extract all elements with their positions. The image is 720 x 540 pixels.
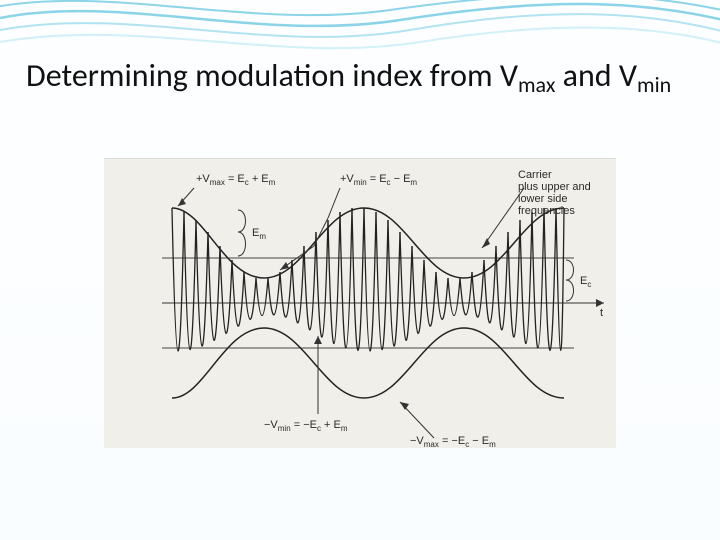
carrier-oscillations <box>172 208 564 351</box>
label-pos-vmax: +Vmax = Ec + Em <box>196 173 276 187</box>
am-waveform-figure: t <box>104 158 616 448</box>
title-part2: and V <box>555 56 637 95</box>
label-em: Em <box>252 227 266 241</box>
title-sub1: max <box>518 71 555 98</box>
am-waveform-svg: t <box>104 158 616 448</box>
title-part1: Determining modulation index from V <box>26 56 518 95</box>
label-neg-vmax: −Vmax = −Ec − Em <box>410 435 496 448</box>
label-carrier-description: Carrier plus upper and lower side freque… <box>518 169 594 217</box>
slide-title: Determining modulation index from Vmax a… <box>26 58 690 95</box>
label-ec: Ec <box>580 275 591 289</box>
label-pos-vmin: +Vmin = Ec − Em <box>340 173 417 187</box>
title-sub2: min <box>637 71 671 98</box>
axis-label-t: t <box>600 307 603 319</box>
slide: Determining modulation index from Vmax a… <box>0 0 720 540</box>
label-neg-vmin: −Vmin = −Ec + Em <box>264 419 348 433</box>
envelope-upper <box>172 208 564 278</box>
